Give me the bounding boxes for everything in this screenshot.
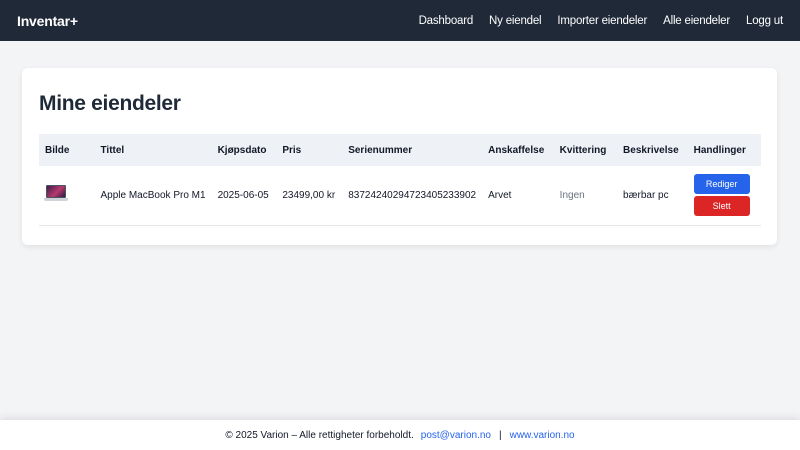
table-header-row: Bilde Tittel Kjøpsdato Pris Serienummer … <box>39 134 761 166</box>
cell-description: bærbar pc <box>623 189 669 201</box>
col-header-title: Tittel <box>100 144 125 156</box>
col-header-acquisition: Anskaffelse <box>488 144 545 156</box>
col-header-actions: Handlinger <box>693 144 746 156</box>
cell-purchase-date: 2025-06-05 <box>217 189 269 201</box>
footer-email-link[interactable]: post@varion.no <box>421 430 491 441</box>
footer-website-link[interactable]: www.varion.no <box>510 430 575 441</box>
page-title: Mine eiendeler <box>39 92 181 115</box>
col-header-receipt: Kvittering <box>559 144 607 156</box>
nav-all-assets[interactable]: Alle eiendeler <box>663 15 730 27</box>
row-actions: Rediger Slett <box>693 174 755 217</box>
cell-price: 23499,00 kr <box>282 189 336 201</box>
nav-logout[interactable]: Logg ut <box>746 15 783 27</box>
cell-actions: Rediger Slett <box>688 166 761 225</box>
brand-logo[interactable]: Inventar+ <box>17 13 78 29</box>
nav-import-assets[interactable]: Importer eiendeler <box>557 15 647 27</box>
cell-serial: 83724240294723405233902 <box>348 189 477 201</box>
main-nav: Dashboard Ny eiendel Importer eiendeler … <box>403 15 784 27</box>
table-row: Apple MacBook Pro M1 2025-06-05 23499,00… <box>39 166 761 225</box>
cell-receipt: Ingen <box>559 189 585 201</box>
top-navbar: Inventar+ Dashboard Ny eiendel Importer … <box>0 0 800 41</box>
col-header-purchase-date: Kjøpsdato <box>217 144 267 156</box>
col-header-description: Beskrivelse <box>623 144 679 156</box>
edit-button[interactable]: Rediger <box>693 174 750 195</box>
nav-dashboard[interactable]: Dashboard <box>419 15 474 27</box>
delete-button[interactable]: Slett <box>693 196 750 217</box>
assets-card: Mine eiendeler Bilde Tittel Kjøpsdato Pr… <box>22 68 777 245</box>
nav-new-asset[interactable]: Ny eiendel <box>489 15 542 27</box>
assets-table: Bilde Tittel Kjøpsdato Pris Serienummer … <box>39 134 761 226</box>
cell-image <box>39 166 95 225</box>
cell-title: Apple MacBook Pro M1 <box>100 189 206 201</box>
page-footer: © 2025 Varion – Alle rettigheter forbeho… <box>0 420 800 450</box>
col-header-image: Bilde <box>45 144 70 156</box>
laptop-icon[interactable] <box>44 182 68 206</box>
footer-separator: | <box>498 429 502 441</box>
col-header-serial: Serienummer <box>348 144 413 156</box>
footer-copyright: © 2025 Varion – Alle rettigheter forbeho… <box>225 429 414 441</box>
cell-acquisition: Arvet <box>488 189 512 201</box>
col-header-price: Pris <box>282 144 302 156</box>
